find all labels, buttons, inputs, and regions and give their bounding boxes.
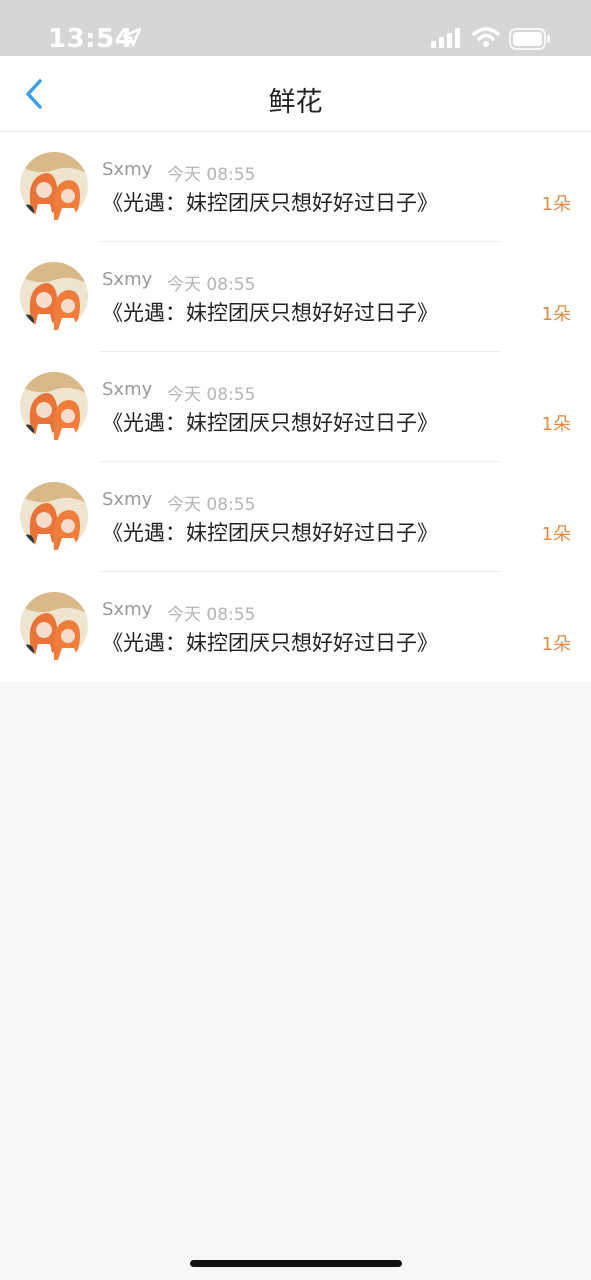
flower-count: 1朵 (541, 194, 571, 215)
item-title[interactable]: 《光遇：妹控团厌只想好好过日子》 (102, 517, 438, 547)
flower-count: 1朵 (541, 304, 571, 325)
wifi-icon (472, 27, 500, 47)
item-title[interactable]: 《光遇：妹控团厌只想好好过日子》 (102, 297, 438, 327)
item-title[interactable]: 《光遇：妹控团厌只想好好过日子》 (102, 187, 438, 217)
time-stamp: 今天 08:55 (167, 165, 256, 185)
user-name[interactable]: Sxmy (102, 489, 152, 510)
flower-list: Sxmy 今天 08:55 《光遇：妹控团厌只想好好过日子》 1朵 Sxmy 今… (0, 132, 591, 682)
list-item[interactable]: Sxmy 今天 08:55 《光遇：妹控团厌只想好好过日子》 1朵 (0, 132, 591, 242)
time-stamp: 今天 08:55 (167, 605, 256, 625)
user-name[interactable]: Sxmy (102, 599, 152, 620)
avatar[interactable] (20, 372, 88, 440)
flower-count: 1朵 (541, 634, 571, 655)
status-bar: 13:54 (0, 0, 591, 56)
list-item[interactable]: Sxmy 今天 08:55 《光遇：妹控团厌只想好好过日子》 1朵 (0, 572, 591, 682)
page-title: 鲜花 (268, 87, 323, 118)
status-time: 13:54 (48, 24, 134, 54)
signal-icon (431, 28, 460, 48)
time-stamp: 今天 08:55 (167, 385, 256, 405)
list-item[interactable]: Sxmy 今天 08:55 《光遇：妹控团厌只想好好过日子》 1朵 (0, 352, 591, 462)
avatar[interactable] (20, 152, 88, 220)
avatar[interactable] (20, 592, 88, 660)
list-item[interactable]: Sxmy 今天 08:55 《光遇：妹控团厌只想好好过日子》 1朵 (0, 242, 591, 352)
time-stamp: 今天 08:55 (167, 275, 256, 295)
nav-bar: 鲜花 (0, 56, 591, 132)
home-indicator[interactable] (190, 1260, 402, 1267)
item-title[interactable]: 《光遇：妹控团厌只想好好过日子》 (102, 407, 438, 437)
user-name[interactable]: Sxmy (102, 159, 152, 180)
user-name[interactable]: Sxmy (102, 269, 152, 290)
avatar[interactable] (20, 482, 88, 550)
user-name[interactable]: Sxmy (102, 379, 152, 400)
item-title[interactable]: 《光遇：妹控团厌只想好好过日子》 (102, 627, 438, 657)
flower-count: 1朵 (541, 524, 571, 545)
list-item[interactable]: Sxmy 今天 08:55 《光遇：妹控团厌只想好好过日子》 1朵 (0, 462, 591, 572)
battery-icon (509, 28, 550, 50)
flower-count: 1朵 (541, 414, 571, 435)
location-arrow-icon (122, 27, 142, 47)
avatar[interactable] (20, 262, 88, 330)
time-stamp: 今天 08:55 (167, 495, 256, 515)
